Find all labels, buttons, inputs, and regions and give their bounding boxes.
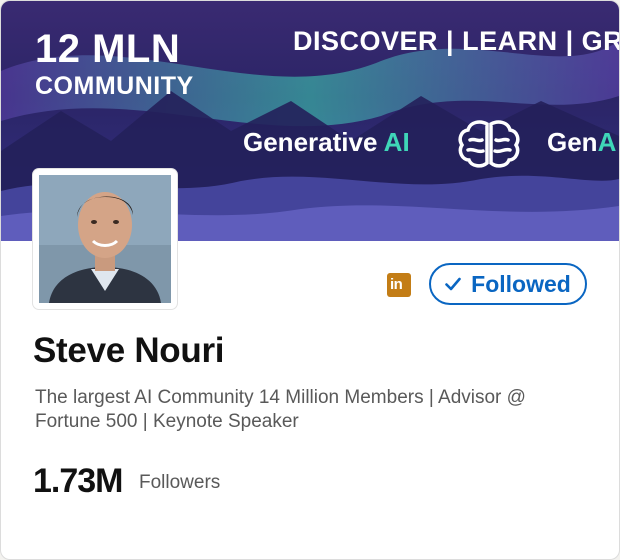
- banner-topic-suffix: AI: [383, 127, 410, 157]
- avatar[interactable]: [33, 169, 177, 309]
- followed-button[interactable]: Followed: [429, 263, 587, 305]
- banner-topic-prefix: Generative: [243, 127, 384, 157]
- banner-headline-word: COMMUNITY: [35, 72, 194, 100]
- profile-headline: The largest AI Community 14 Million Memb…: [35, 387, 526, 432]
- linkedin-icon-text: in: [390, 276, 403, 293]
- linkedin-icon[interactable]: in: [387, 273, 411, 297]
- followers-label: Followers: [139, 472, 221, 493]
- profile-card: 12 MLN COMMUNITY DISCOVER | LEARN | GR G…: [0, 0, 620, 560]
- banner-topic2-suffix: A: [597, 127, 617, 157]
- profile-name[interactable]: Steve Nouri: [33, 331, 225, 371]
- followers-count: 1.73M: [33, 462, 123, 500]
- banner-topic2-prefix: Gen: [547, 127, 598, 157]
- brain-icon: [458, 120, 520, 168]
- banner-tagline: DISCOVER | LEARN | GR: [293, 26, 619, 56]
- banner-topic-repeat: GenA: [547, 127, 616, 158]
- profile-photo: [39, 175, 171, 303]
- banner-headline-number: 12 MLN: [35, 27, 181, 71]
- banner-topic: Generative AI: [243, 127, 410, 158]
- check-icon: [445, 277, 461, 291]
- followed-button-label: Followed: [471, 270, 571, 297]
